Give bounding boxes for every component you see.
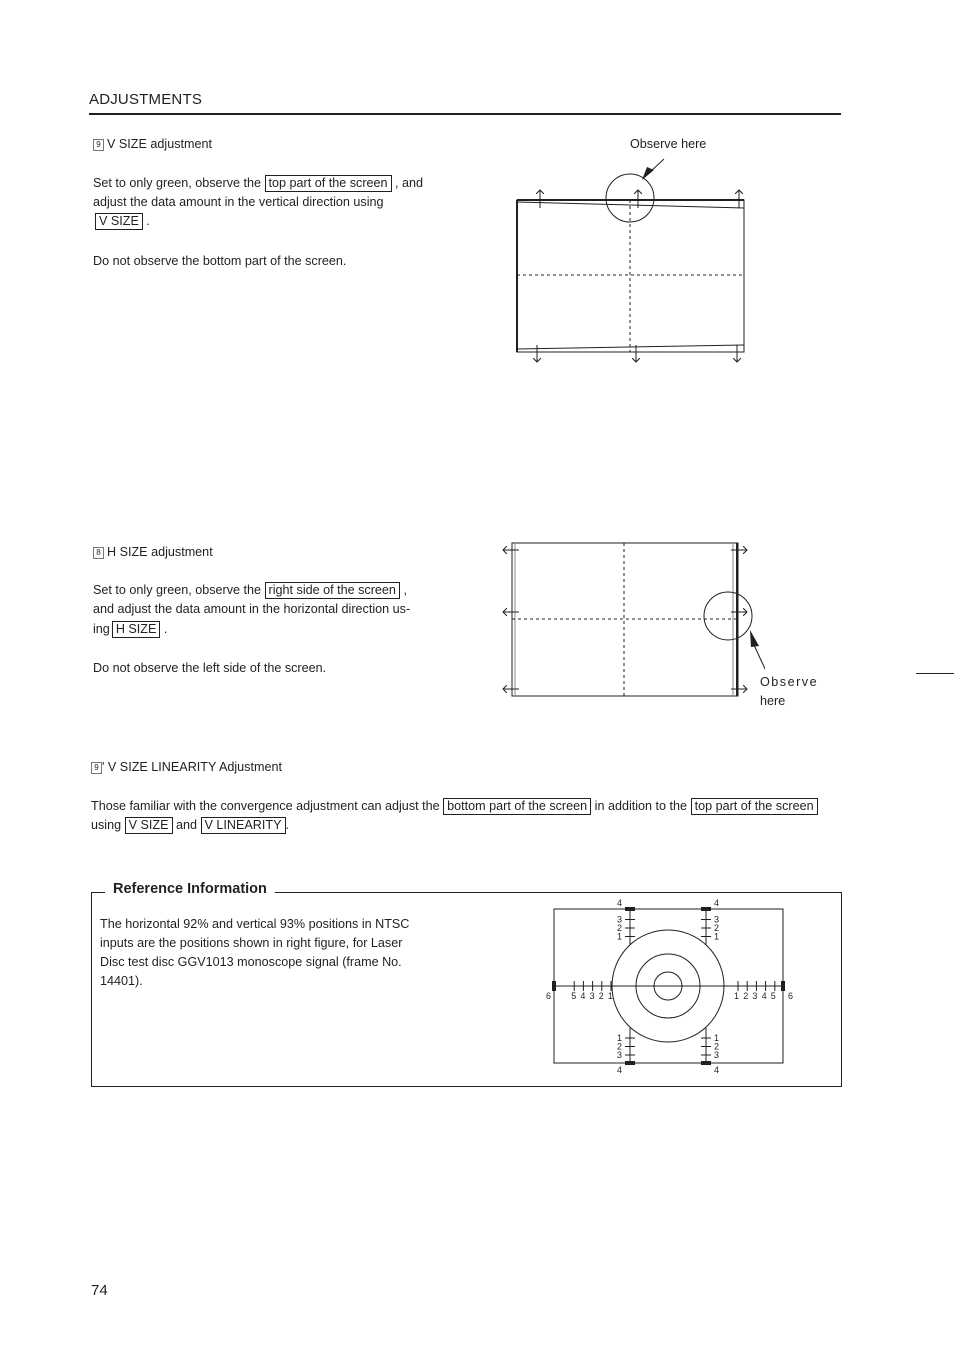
pointer-arrow-icon [750, 630, 759, 647]
v-size-diagram [516, 158, 745, 370]
tick-label: 3 [617, 1050, 622, 1060]
text: Set to only green, observe the [93, 583, 262, 597]
pointer-arrow-icon [642, 167, 654, 180]
text: using [91, 818, 122, 832]
boxed-term: top part of the screen [690, 798, 818, 815]
tick-label: 3 [590, 991, 595, 1001]
text: and [176, 818, 198, 832]
h-size-diagram [495, 542, 765, 697]
text: . [285, 818, 290, 832]
v-size-line1: Set to only green, observe the top part … [93, 174, 423, 194]
boxed-term: V SIZE [124, 817, 173, 834]
observe-label-2: here [760, 694, 786, 708]
h-size-note: Do not observe the left side of the scre… [93, 661, 327, 675]
text: ing [93, 622, 110, 636]
step-number: 9 [93, 139, 104, 151]
reference-title: Reference Information [105, 881, 275, 897]
h-size-line3: ing H SIZE . [93, 620, 167, 640]
h-size-heading: 8H SIZE adjustment [93, 543, 213, 563]
boxed-term: right side of the screen [264, 582, 400, 599]
section-title: ADJUSTMENTS [89, 91, 203, 108]
heading-text: V SIZE adjustment [107, 137, 212, 151]
text: . [146, 214, 150, 228]
reference-line: The horizontal 92% and vertical 93% posi… [100, 917, 410, 931]
h-size-line2: and adjust the data amount in the horizo… [93, 602, 411, 616]
heading-text: H SIZE adjustment [107, 545, 213, 559]
tick-label: 1 [608, 991, 613, 1001]
observe-label-1: Observe [760, 675, 819, 689]
reference-line: Disc test disc GGV1013 monoscope signal … [100, 955, 402, 969]
tick-label: 1 [734, 991, 739, 1001]
reference-line: inputs are the positions shown in right … [100, 936, 403, 950]
tick-label: 3 [752, 991, 757, 1001]
v-size-line2: adjust the data amount in the vertical d… [93, 195, 384, 209]
observe-circle [703, 591, 753, 641]
tick-label: 4 [617, 1065, 622, 1075]
text: , and [395, 176, 424, 190]
tick-label: 4 [617, 898, 622, 908]
tick-label: 4 [762, 991, 767, 1001]
v-size-heading: 9V SIZE adjustment [93, 135, 212, 155]
boxed-term: H SIZE [111, 621, 161, 638]
tick-label: 5 [571, 991, 576, 1001]
tick-label: 6 [788, 991, 793, 1001]
tick-label: 4 [580, 991, 585, 1001]
page-number: 74 [91, 1282, 108, 1299]
boxed-term: V SIZE [95, 213, 143, 230]
screen-outline [516, 199, 745, 353]
edge-marker [552, 981, 556, 991]
title-rule [89, 113, 841, 115]
step-number: 8 [93, 547, 104, 559]
edge-marker [781, 981, 785, 991]
tick-label: 4 [714, 1065, 719, 1075]
tick-label: 1 [617, 932, 622, 942]
tick-label: 6 [546, 991, 551, 1001]
text: , [403, 583, 407, 597]
monoscope-figure: 6 5 4 3 2 1 1 2 3 4 5 64321123443211234 [546, 898, 793, 1075]
v-size-line3: V SIZE . [95, 212, 150, 232]
step-number: 9 [91, 762, 102, 774]
text: Set to only green, observe the [93, 176, 262, 190]
tick-label: 2 [743, 991, 748, 1001]
text: in addition to the [594, 799, 688, 813]
tick-label: 5 [771, 991, 776, 1001]
tick-label: 3 [714, 1050, 719, 1060]
tick-label: 2 [599, 991, 604, 1001]
reference-line: 14401). [100, 974, 143, 988]
heading-text: ' V SIZE LINEARITY Adjustment [102, 760, 282, 774]
boxed-term: V LINEARITY [200, 817, 286, 834]
h-size-line1: Set to only green, observe the right sid… [93, 581, 407, 601]
text: Those familiar with the convergence adju… [91, 799, 440, 813]
text: . [163, 622, 168, 636]
v-linearity-heading: 9 ' V SIZE LINEARITY Adjustment [91, 758, 282, 778]
pointer-line [753, 644, 765, 671]
v-size-note: Do not observe the bottom part of the sc… [93, 254, 347, 268]
v-linearity-line1: Those familiar with the convergence adju… [91, 797, 818, 817]
tick-label: 1 [714, 932, 719, 942]
side-tab-mark [916, 673, 954, 674]
boxed-term: bottom part of the screen [443, 798, 592, 815]
v-linearity-line2: using V SIZE and V LINEARITY. [91, 816, 289, 836]
tick-label: 4 [714, 898, 719, 908]
boxed-term: top part of the screen [264, 175, 392, 192]
